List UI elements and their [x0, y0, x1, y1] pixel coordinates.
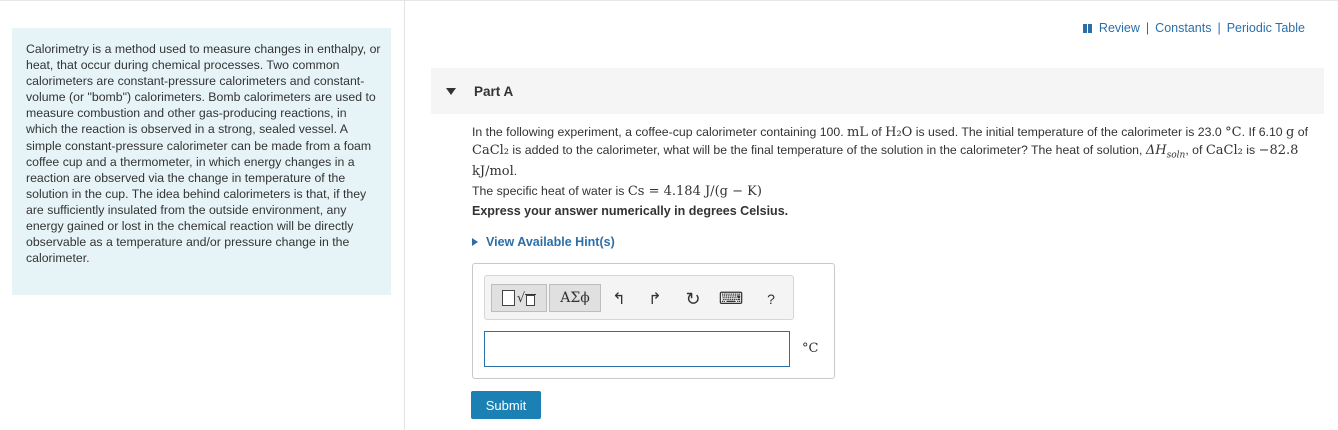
panel-divider: [404, 0, 405, 430]
submit-button[interactable]: Submit: [471, 391, 541, 419]
review-link[interactable]: Review: [1099, 21, 1140, 35]
redo-icon[interactable]: ↱: [645, 289, 665, 309]
constants-link[interactable]: Constants: [1155, 21, 1211, 35]
sqrt-icon: √: [517, 291, 537, 306]
part-a-header[interactable]: Part A: [431, 68, 1324, 114]
template-box-icon: [501, 290, 515, 306]
bar-chart-icon: [1082, 23, 1093, 33]
question-text: In the following experiment, a coffee-cu…: [472, 124, 1322, 200]
separator: |: [1217, 21, 1221, 35]
question-paragraph: In the following experiment, a coffee-cu…: [472, 125, 1309, 180]
answer-box: √ ΑΣϕ ↰ ↱ ↻ ⌨ ? °C: [472, 263, 835, 379]
undo-icon[interactable]: ↰: [609, 289, 629, 309]
reset-icon[interactable]: ↻: [683, 289, 703, 309]
unit-label: °C: [802, 341, 819, 356]
collapse-triangle-icon[interactable]: [446, 87, 456, 95]
hints-label: View Available Hint(s): [486, 235, 615, 249]
caret-right-icon: [472, 238, 478, 246]
view-hints-link[interactable]: View Available Hint(s): [472, 235, 615, 249]
intro-panel: Calorimetry is a method used to measure …: [12, 28, 391, 295]
help-icon[interactable]: ?: [761, 289, 781, 309]
answer-instruction: Express your answer numerically in degre…: [472, 204, 789, 218]
specific-heat-line: The specific heat of water is Cs = 4.184…: [472, 183, 762, 199]
separator: |: [1145, 21, 1150, 35]
top-links: Review | Constants | Periodic Table: [1082, 21, 1305, 35]
templates-button[interactable]: √: [491, 284, 547, 312]
periodic-table-link[interactable]: Periodic Table: [1227, 21, 1305, 35]
greek-symbols-button[interactable]: ΑΣϕ: [549, 284, 601, 312]
answer-input[interactable]: [484, 331, 790, 367]
top-rule: [0, 0, 1338, 1]
math-toolbar: √ ΑΣϕ ↰ ↱ ↻ ⌨ ?: [484, 275, 794, 320]
intro-text: Calorimetry is a method used to measure …: [26, 42, 381, 266]
part-title: Part A: [474, 83, 514, 99]
keyboard-icon[interactable]: ⌨: [719, 289, 744, 309]
